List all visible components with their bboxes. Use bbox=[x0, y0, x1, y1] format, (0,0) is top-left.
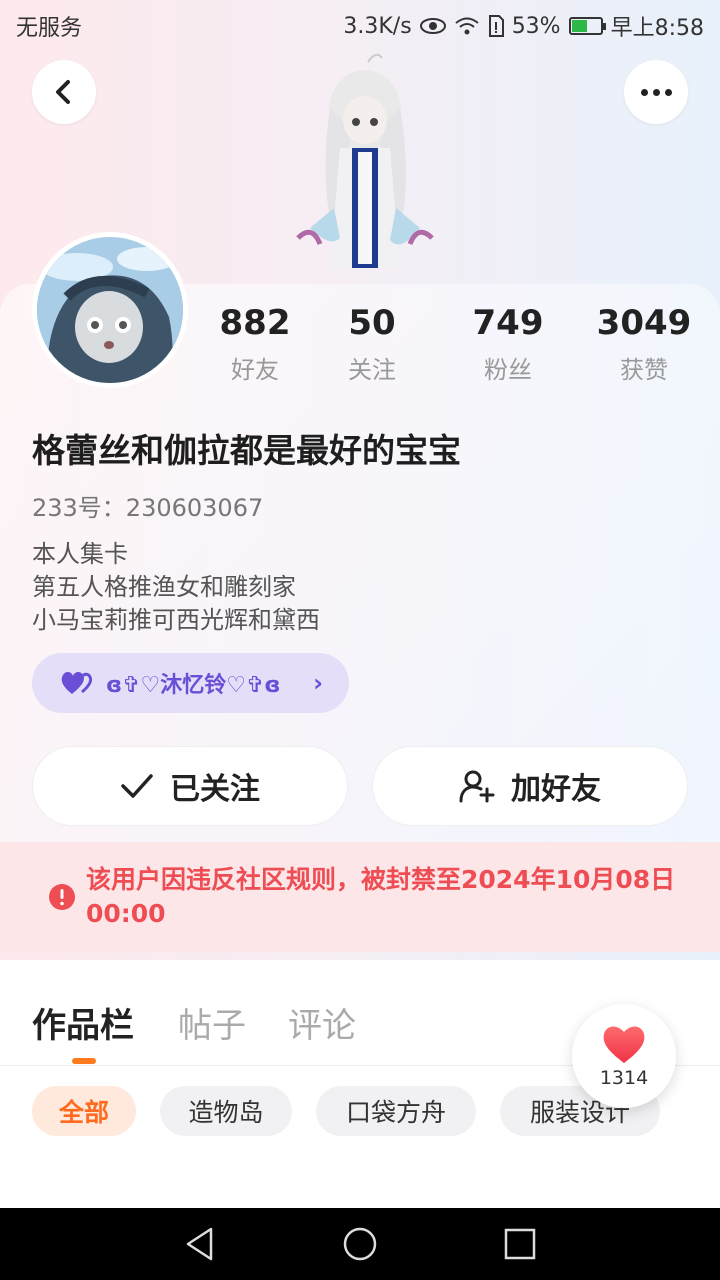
more-options-button[interactable] bbox=[624, 60, 688, 124]
status-bar: 无服务 3.3K/s 53% 早上8:58 bbox=[0, 0, 720, 52]
sim-icon bbox=[488, 15, 504, 37]
stat-following[interactable]: 50 关注 bbox=[307, 300, 437, 385]
add-friend-button[interactable]: 加好友 bbox=[372, 746, 688, 826]
tab-indicator bbox=[72, 1058, 96, 1064]
double-heart-icon bbox=[61, 672, 93, 694]
navigation-bar bbox=[0, 1208, 720, 1280]
stat-label: 好友 bbox=[231, 356, 279, 384]
stat-label: 获赞 bbox=[620, 356, 668, 384]
clock: 早上8:58 bbox=[610, 16, 704, 41]
cp-relationship-pill[interactable]: ɞ✞♡沐忆铃♡✞ɞ › bbox=[32, 653, 349, 713]
add-friend-label: 加好友 bbox=[511, 772, 601, 807]
stat-likes[interactable]: 3049 获赞 bbox=[579, 300, 709, 385]
alert-icon bbox=[49, 884, 75, 910]
battery-percent: 53% bbox=[511, 13, 561, 39]
avatar[interactable] bbox=[32, 232, 188, 388]
like-count: 1314 bbox=[599, 1067, 649, 1089]
username: 格蕾丝和伽拉都是最好的宝宝 bbox=[32, 431, 461, 470]
nav-recents-icon[interactable] bbox=[504, 1228, 536, 1260]
bio-line: 第五人格推渔女和雕刻家 bbox=[32, 573, 296, 601]
chip-creation-island[interactable]: 造物岛 bbox=[160, 1086, 292, 1136]
nav-home-icon[interactable] bbox=[342, 1226, 378, 1262]
more-dots-icon bbox=[640, 88, 672, 96]
chip-all[interactable]: 全部 bbox=[32, 1086, 136, 1136]
chevron-left-icon bbox=[56, 80, 70, 104]
stat-number: 749 bbox=[472, 303, 544, 343]
heart-icon bbox=[603, 1026, 645, 1063]
avatar-image bbox=[37, 237, 183, 383]
bio: 本人集卡 第五人格推渔女和雕刻家 小马宝莉推可西光辉和黛西 bbox=[32, 538, 320, 637]
followed-label: 已关注 bbox=[170, 772, 260, 807]
stat-number: 882 bbox=[219, 303, 291, 343]
stat-friends[interactable]: 882 好友 bbox=[190, 300, 320, 385]
like-float-button[interactable]: 1314 bbox=[572, 1004, 676, 1108]
tab-posts[interactable]: 帖子 bbox=[178, 998, 246, 1047]
cp-name: ɞ✞♡沐忆铃♡✞ɞ bbox=[106, 673, 281, 698]
nav-back-icon[interactable] bbox=[183, 1226, 217, 1262]
network-speed: 3.3K/s bbox=[343, 13, 412, 39]
bio-line: 小马宝莉推可西光辉和黛西 bbox=[32, 606, 320, 634]
user-id: 233号：230603067 bbox=[32, 494, 264, 522]
tab-works[interactable]: 作品栏 bbox=[32, 998, 134, 1047]
carrier-label: 无服务 bbox=[16, 16, 83, 41]
followed-button[interactable]: 已关注 bbox=[32, 746, 348, 826]
stat-label: 粉丝 bbox=[484, 356, 532, 384]
eye-icon bbox=[419, 18, 446, 34]
battery-icon bbox=[568, 17, 606, 35]
chevron-right-icon: › bbox=[313, 669, 323, 697]
stat-number: 50 bbox=[348, 303, 396, 343]
back-button[interactable] bbox=[32, 60, 96, 124]
stat-fans[interactable]: 749 粉丝 bbox=[443, 300, 573, 385]
ban-message: 该用户因违反社区规则，被封禁至2024年10月08日 00:00 bbox=[86, 865, 676, 928]
add-user-icon bbox=[459, 770, 495, 803]
stat-number: 3049 bbox=[596, 303, 692, 343]
check-icon bbox=[121, 774, 153, 798]
stat-label: 关注 bbox=[348, 356, 396, 384]
character-model-image bbox=[296, 53, 434, 268]
tab-comments[interactable]: 评论 bbox=[288, 998, 356, 1047]
stats-row: 882 好友 50 关注 749 粉丝 3049 获赞 bbox=[190, 300, 720, 392]
ban-notice: 该用户因违反社区规则，被封禁至2024年10月08日 00:00 bbox=[0, 842, 720, 952]
bio-line: 本人集卡 bbox=[32, 540, 128, 568]
wifi-icon bbox=[455, 17, 479, 35]
chip-pocket-ark[interactable]: 口袋方舟 bbox=[316, 1086, 476, 1136]
